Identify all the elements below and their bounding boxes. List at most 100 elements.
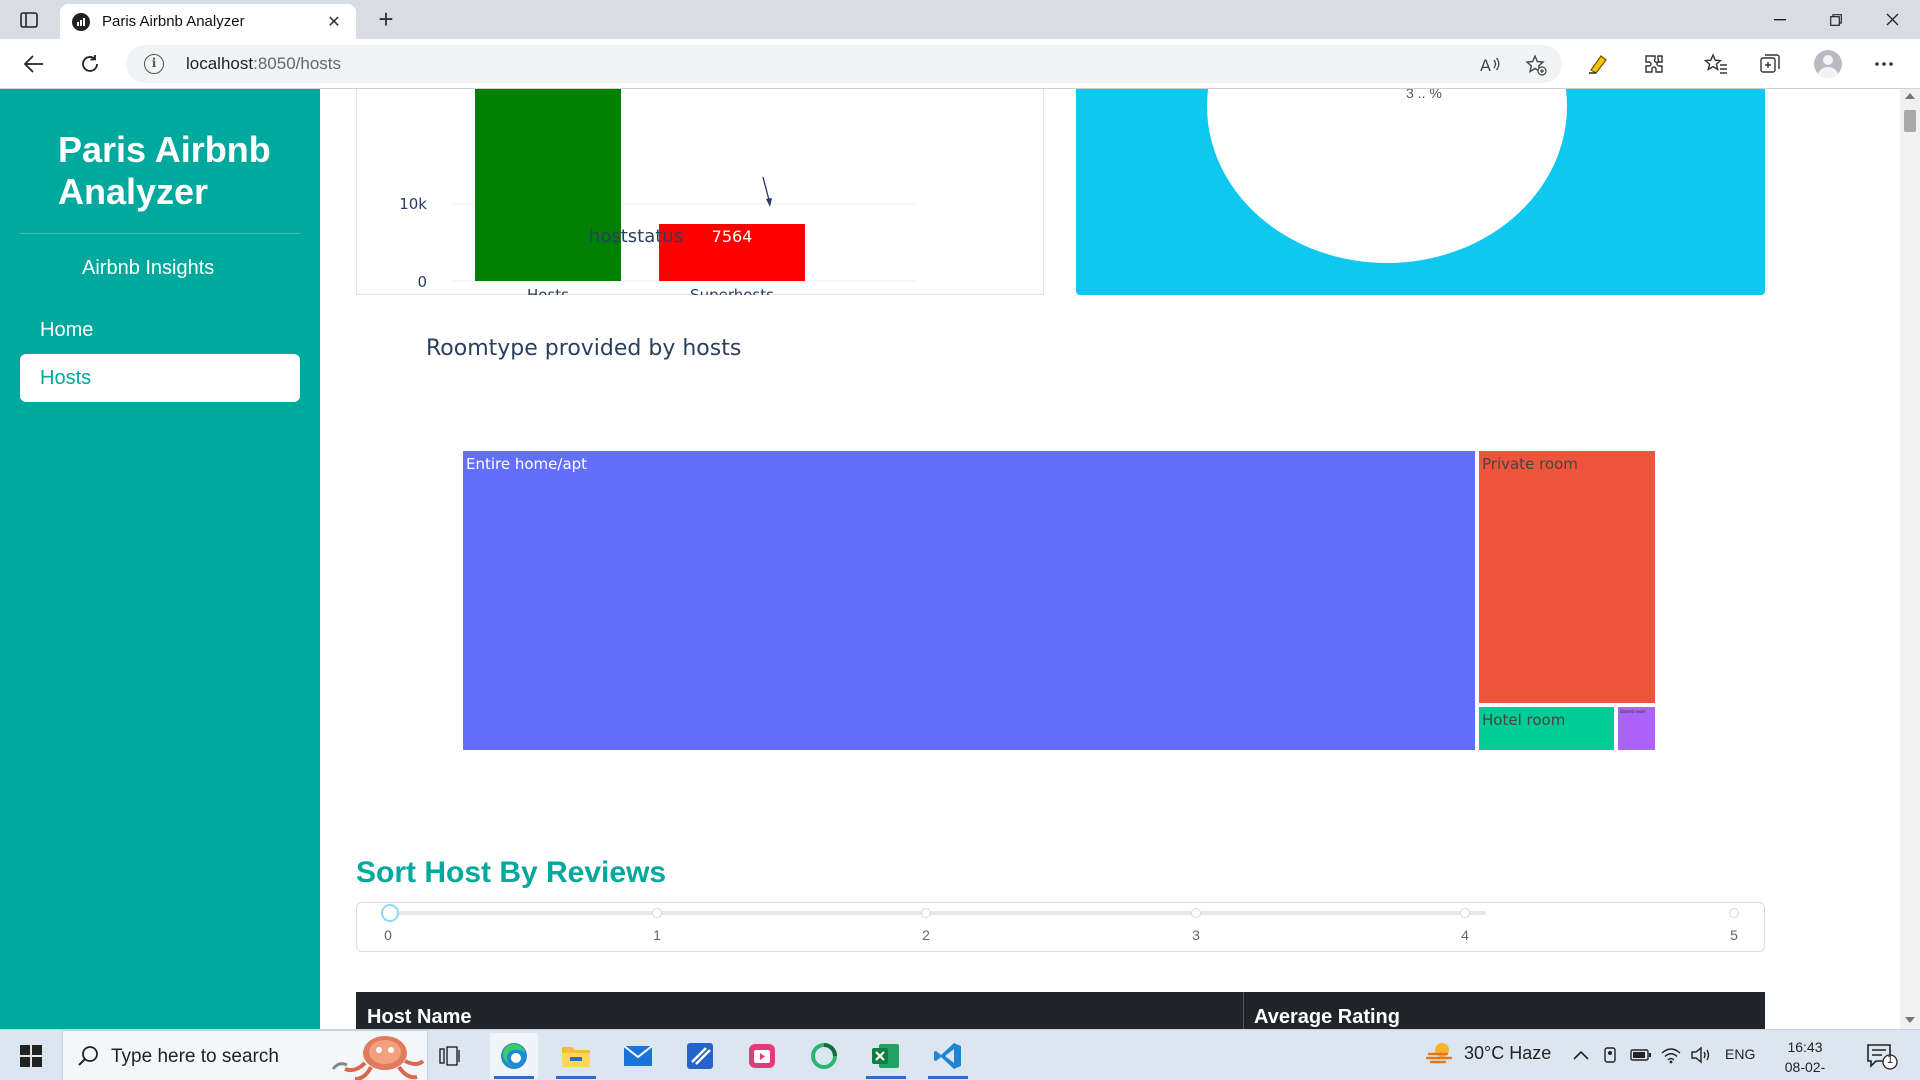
browser-tab-bar: Paris Airbnb Analyzer ✕ +: [0, 0, 1920, 39]
search-icon: [77, 1045, 99, 1072]
battery-icon[interactable]: [1630, 1044, 1652, 1066]
circular-app-icon[interactable]: [800, 1033, 848, 1079]
scroll-thumb[interactable]: [1904, 110, 1916, 132]
main-content: 10k 0 7564 Hosts Superhosts hoststatus 3…: [320, 89, 1900, 1029]
windows-taskbar: Type here to search 30°C Haze ENG 16:43 …: [0, 1029, 1920, 1080]
refresh-icon[interactable]: [72, 47, 108, 81]
taskbar-search[interactable]: Type here to search: [62, 1030, 428, 1080]
sort-section-title: Sort Host By Reviews: [356, 856, 667, 889]
treemap-tile-label: Shared room: [1620, 709, 1646, 714]
extensions-icon[interactable]: [1636, 47, 1672, 81]
language-indicator[interactable]: ENG: [1725, 1046, 1755, 1062]
notification-count: 1: [1886, 1054, 1894, 1066]
tab-close-icon[interactable]: ✕: [324, 12, 344, 32]
address-bar: i localhost:8050/hosts A: [0, 39, 1920, 89]
bar-x-axis-title: hoststatus: [588, 226, 684, 247]
bar-hosts[interactable]: [475, 89, 621, 281]
notifications-icon[interactable]: 1: [1866, 1042, 1898, 1070]
sidebar: Paris Airbnb Analyzer Airbnb Insights Ho…: [0, 89, 320, 1029]
restore-icon[interactable]: [1808, 0, 1864, 39]
highlighter-icon[interactable]: [1580, 47, 1616, 81]
treemap-tile-hotel-room[interactable]: Hotel room: [1479, 707, 1614, 750]
avatar: [1814, 50, 1842, 78]
vscode-icon[interactable]: [924, 1033, 972, 1079]
weather-haze-icon: [1426, 1043, 1453, 1064]
sidebar-item-hosts[interactable]: Hosts: [20, 354, 300, 402]
brand-title: Paris Airbnb Analyzer: [58, 129, 271, 212]
browser-tab[interactable]: Paris Airbnb Analyzer ✕: [60, 4, 356, 39]
url-field[interactable]: i localhost:8050/hosts A: [126, 45, 1562, 83]
svg-text:A: A: [1480, 56, 1491, 75]
treemap-tile-entire-home[interactable]: Entire home/apt: [463, 451, 1475, 750]
donut-chart: 3 .. %: [1076, 89, 1765, 295]
scroll-down-icon[interactable]: [1905, 1017, 1915, 1023]
treemap-tile-label: Entire home/apt: [466, 455, 588, 473]
weather-text: 30°C Haze: [1464, 1042, 1552, 1063]
treemap-tile-private-room[interactable]: Private room: [1479, 451, 1655, 703]
treemap-tile-label: Hotel room: [1482, 711, 1566, 729]
meet-now-icon[interactable]: [1600, 1044, 1622, 1066]
edge-browser-icon[interactable]: [490, 1033, 538, 1079]
profile-icon[interactable]: [1810, 47, 1846, 81]
read-aloud-icon[interactable]: A: [1476, 51, 1504, 79]
tab-actions-icon[interactable]: [14, 8, 44, 32]
brand-divider: [20, 233, 300, 234]
tab-title: Paris Airbnb Analyzer: [102, 13, 245, 30]
chevron-up-icon[interactable]: [1570, 1044, 1592, 1066]
task-view-icon[interactable]: [426, 1033, 474, 1079]
reviews-slider[interactable]: 0 1 2 3 4 5: [356, 902, 1765, 952]
collections-icon[interactable]: [1752, 47, 1788, 81]
close-window-icon[interactable]: [1864, 0, 1920, 39]
host-status-bar-chart: 10k 0 7564 Hosts Superhosts: [356, 89, 1044, 295]
treemap-title: Roomtype provided by hosts: [426, 336, 742, 361]
mail-icon[interactable]: [614, 1033, 662, 1079]
donut-hole: [1207, 89, 1567, 263]
slider-step-dot[interactable]: [921, 908, 931, 918]
clock-time: 16:43: [1787, 1039, 1823, 1055]
column-header-host-name[interactable]: Host Name: [367, 1006, 471, 1029]
more-options-icon[interactable]: [1866, 47, 1902, 81]
column-header-average-rating[interactable]: Average Rating: [1254, 1006, 1400, 1029]
slider-mark-label: 1: [653, 927, 661, 943]
bar-chart-svg: 10k 0 7564 Hosts Superhosts: [399, 89, 915, 295]
wifi-icon[interactable]: [1660, 1044, 1682, 1066]
slider-step-dot[interactable]: [1460, 908, 1470, 918]
nav-heading: Airbnb Insights: [82, 257, 215, 279]
slider-handle[interactable]: [381, 904, 399, 922]
slider-step-dot[interactable]: [1729, 908, 1739, 918]
slider-mark-label: 0: [384, 927, 392, 943]
volume-icon[interactable]: [1690, 1044, 1712, 1066]
slider-step-dot[interactable]: [652, 908, 662, 918]
y-tick-label: 0: [417, 273, 427, 291]
hosts-table-header: Host Name Average Rating: [356, 992, 1765, 1029]
back-icon[interactable]: [16, 47, 52, 81]
azure-data-studio-icon[interactable]: [676, 1033, 724, 1079]
add-favorite-icon[interactable]: [1522, 51, 1550, 79]
clock[interactable]: 16:43 08-02-2023: [1770, 1037, 1840, 1080]
minimize-icon[interactable]: [1752, 0, 1808, 39]
file-explorer-icon[interactable]: [552, 1033, 600, 1079]
clipchamp-icon[interactable]: [738, 1033, 786, 1079]
slider-mark-label: 3: [1192, 927, 1200, 943]
favorites-icon[interactable]: [1698, 47, 1734, 81]
weather-widget[interactable]: 30°C Haze: [1426, 1040, 1551, 1066]
search-placeholder: Type here to search: [111, 1046, 279, 1067]
new-tab-button[interactable]: +: [370, 4, 402, 36]
scroll-up-icon[interactable]: [1905, 93, 1915, 99]
slider-mark-label: 4: [1461, 927, 1469, 943]
slider-mark-label: 2: [922, 927, 930, 943]
page-scrollbar[interactable]: [1900, 89, 1920, 1029]
x-tick-label: Hosts: [527, 286, 569, 295]
excel-icon[interactable]: [862, 1033, 910, 1079]
sidebar-item-home[interactable]: Home: [20, 308, 300, 352]
windows-start-icon[interactable]: [10, 1038, 52, 1074]
treemap-tile-shared-room[interactable]: Shared room: [1618, 707, 1655, 750]
url-text: localhost:8050/hosts: [186, 54, 342, 73]
slider-step-dot[interactable]: [1191, 908, 1201, 918]
site-info-icon[interactable]: i: [144, 54, 164, 74]
y-tick-label: 10k: [399, 195, 427, 213]
slider-mark-label: 5: [1730, 927, 1738, 943]
x-tick-label: Superhosts: [690, 286, 774, 295]
slider-track[interactable]: [388, 911, 1486, 915]
app-favicon-icon: [72, 12, 90, 31]
